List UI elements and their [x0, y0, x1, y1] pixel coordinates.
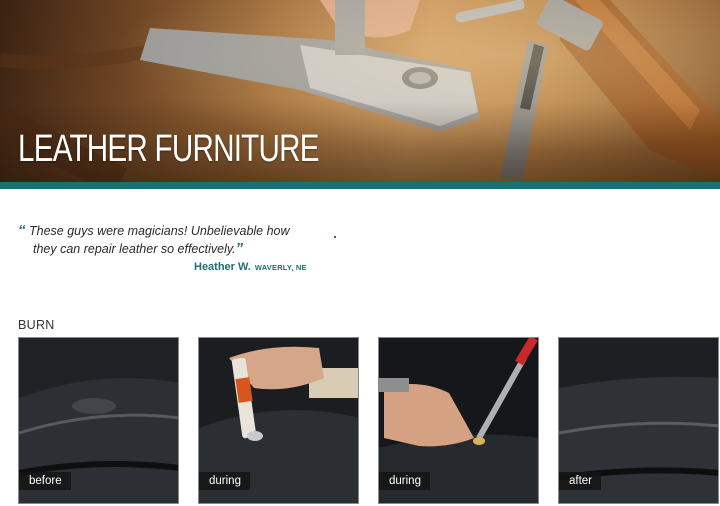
photo-before[interactable]: before — [18, 337, 179, 504]
section-heading: BURN — [18, 318, 55, 332]
testimonial-quote: “ These guys were magicians! Unbelievabl… — [18, 222, 328, 258]
photo-during-1[interactable]: during — [198, 337, 359, 504]
testimonial-author: Heather W. WAVERLY, NE — [194, 261, 307, 273]
photo-caption: during — [379, 472, 430, 490]
quote-line-1: These guys were magicians! Unbelievable … — [28, 224, 290, 238]
author-location: WAVERLY, NE — [254, 263, 307, 272]
accent-divider — [0, 182, 720, 189]
hero-banner: LEATHER FURNITURE — [0, 0, 720, 182]
author-name: Heather W. — [194, 261, 251, 273]
photo-caption: during — [199, 472, 250, 490]
photo-caption: before — [19, 472, 71, 490]
photo-caption: after — [559, 472, 602, 490]
photo-after[interactable]: after — [558, 337, 719, 504]
quote-line-2-wrap: they can repair leather so effectively.” — [18, 240, 328, 258]
photo-during-2[interactable]: during — [378, 337, 539, 504]
page-title: LEATHER FURNITURE — [18, 128, 320, 170]
quote-line-2: they can repair leather so effectively. — [33, 242, 236, 256]
decorative-dot — [334, 236, 336, 238]
close-quote-icon: ” — [235, 240, 244, 257]
open-quote-icon: “ — [18, 222, 26, 239]
